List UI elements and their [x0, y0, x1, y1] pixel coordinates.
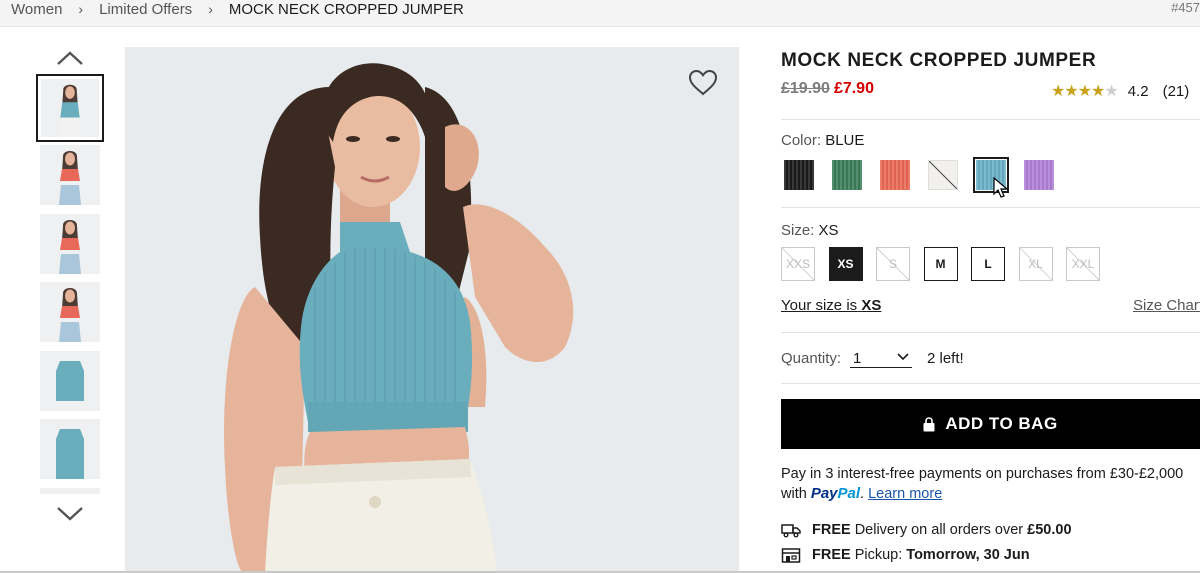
- color-swatch-red[interactable]: [877, 157, 913, 193]
- paypal-logo: PayPal: [811, 485, 860, 502]
- divider: [781, 119, 1200, 120]
- breadcrumb-current: MOCK NECK CROPPED JUMPER: [228, 0, 464, 18]
- size-option-s[interactable]: S: [876, 247, 910, 281]
- bag-lock-icon: [923, 416, 935, 431]
- breadcrumb-separator: ›: [208, 1, 213, 17]
- quantity-select[interactable]: 1: [850, 348, 912, 368]
- divider: [781, 332, 1200, 333]
- thumbnail-1[interactable]: [36, 74, 104, 142]
- size-option-xs[interactable]: XS: [828, 247, 863, 281]
- thumbnail-2[interactable]: [40, 145, 100, 205]
- size-selected: XS: [818, 222, 839, 239]
- color-swatch-black[interactable]: [781, 157, 817, 193]
- divider: [781, 207, 1200, 208]
- swatch-fill: [928, 160, 958, 190]
- chevron-up-icon[interactable]: [55, 48, 85, 68]
- paypal-period: .: [860, 486, 865, 502]
- thumbnail-image: [40, 350, 100, 411]
- thumbnail-5[interactable]: [40, 350, 100, 411]
- size-option-xxl[interactable]: XXL: [1066, 247, 1100, 281]
- thumbnail-image: [40, 419, 100, 479]
- your-size-value: XS: [861, 297, 882, 314]
- breadcrumb-bar: Women › Limited Offers › MOCK NECK CROPP…: [0, 0, 1200, 27]
- quantity-label: Quantity:: [781, 350, 842, 367]
- rating[interactable]: ★★★★★ 4.2 (21): [1051, 81, 1189, 101]
- product-photo: [125, 47, 739, 573]
- add-to-bag-label: ADD TO BAG: [945, 414, 1058, 433]
- learn-more-link[interactable]: Learn more: [868, 486, 942, 502]
- thumbnail-image: [41, 79, 99, 137]
- original-price: £19.90: [781, 80, 830, 97]
- breadcrumb-limited-offers[interactable]: Limited Offers: [99, 1, 192, 18]
- main-product-image[interactable]: [125, 47, 739, 573]
- price-block: £19.90 £7.90: [781, 80, 874, 98]
- color-swatch-green[interactable]: [829, 157, 865, 193]
- pickup-text: Pickup:: [854, 547, 903, 563]
- color-swatch-purple[interactable]: [1021, 157, 1057, 193]
- thumbnail-image: [40, 213, 100, 274]
- star-rating-icon: ★★★★★: [1051, 83, 1119, 100]
- pickup-value: Tomorrow, 30 Jun: [906, 547, 1030, 563]
- shipping-pickup: FREE Pickup: Tomorrow, 30 Jun: [781, 547, 1030, 563]
- store-icon: [781, 548, 801, 563]
- paypal-message: Pay in 3 interest-free payments on purch…: [781, 464, 1200, 504]
- thumbnail-3[interactable]: [40, 213, 100, 274]
- swatch-fill: [832, 160, 862, 190]
- thumbnail-column: [36, 44, 106, 534]
- size-label: Size: XS: [781, 222, 839, 239]
- truck-icon: [781, 524, 801, 538]
- your-size-prefix: Your size is: [781, 297, 858, 314]
- paypal-logo-pay: Pay: [810, 485, 838, 502]
- divider: [781, 383, 1200, 384]
- color-selected: BLUE: [825, 132, 865, 149]
- quantity-value: 1: [853, 350, 862, 367]
- sale-price: £7.90: [833, 80, 874, 97]
- paypal-logo-pal: Pal: [837, 485, 861, 502]
- heart-icon[interactable]: [687, 67, 719, 99]
- thumbnail-image: [40, 145, 100, 205]
- size-option-xxs[interactable]: XXS: [781, 247, 815, 281]
- product-title: MOCK NECK CROPPED JUMPER: [781, 50, 1097, 71]
- breadcrumb: Women › Limited Offers › MOCK NECK CROPP…: [11, 0, 464, 18]
- swatch-fill: [784, 160, 814, 190]
- size-label-text: Size:: [781, 222, 815, 239]
- size-chart-link[interactable]: Size Chart: [1133, 297, 1200, 314]
- thumbnail-7[interactable]: [40, 487, 100, 494]
- swatch-fill: [880, 160, 910, 190]
- rating-score: 4.2: [1127, 82, 1149, 100]
- size-option-xl[interactable]: XL: [1018, 247, 1053, 281]
- thumbnail-image: [40, 282, 100, 342]
- size-option-m[interactable]: M: [923, 247, 958, 281]
- color-label-text: Color:: [781, 132, 822, 149]
- thumbnail-list: [36, 74, 106, 494]
- delivery-free: FREE: [812, 522, 851, 538]
- your-size-link[interactable]: Your size is XS: [781, 297, 881, 314]
- review-count[interactable]: (21): [1163, 83, 1190, 100]
- size-option-l[interactable]: L: [971, 247, 1005, 281]
- pickup-free: FREE: [812, 547, 851, 563]
- thumbnail-4[interactable]: [40, 282, 100, 342]
- delivery-text: Delivery on all orders over: [854, 522, 1024, 538]
- chevron-down-icon[interactable]: [55, 504, 85, 524]
- stock-note: 2 left!: [927, 350, 964, 367]
- swatch-fill: [976, 160, 1006, 190]
- swatch-fill: [1024, 160, 1054, 190]
- product-code: #457: [1171, 0, 1200, 15]
- thumbnail-image: [40, 487, 100, 494]
- add-to-bag-button[interactable]: ADD TO BAG: [781, 399, 1200, 449]
- breadcrumb-women[interactable]: Women: [11, 1, 62, 18]
- chevron-down-icon: [897, 353, 909, 361]
- color-label: Color: BLUE: [781, 132, 864, 149]
- breadcrumb-separator: ›: [78, 1, 84, 17]
- shipping-delivery: FREE Delivery on all orders over £50.00: [781, 522, 1072, 538]
- delivery-value: £50.00: [1027, 522, 1072, 538]
- color-swatch-blue[interactable]: [973, 157, 1009, 193]
- thumbnail-6[interactable]: [40, 419, 100, 479]
- color-swatch-off-white[interactable]: [925, 157, 961, 193]
